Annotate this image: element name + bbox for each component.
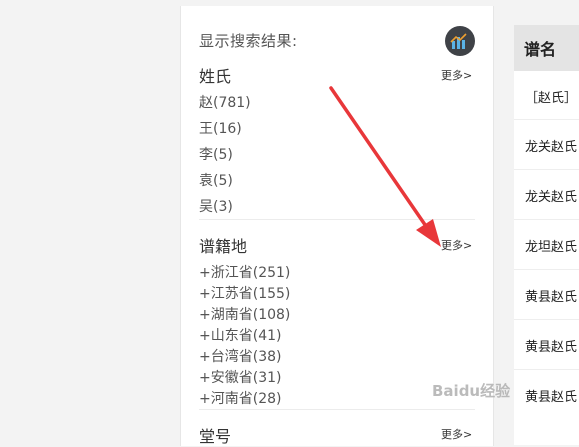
section-title-surname: 姓氏 xyxy=(199,67,232,86)
row-divider xyxy=(514,119,579,120)
panel-title: 显示搜索结果: xyxy=(199,32,298,50)
row-divider xyxy=(514,319,579,320)
table-row[interactable]: 龙坦赵氏 xyxy=(514,236,579,255)
section-title-origin: 谱籍地 xyxy=(199,237,248,256)
table-row[interactable]: ［赵氏］ xyxy=(514,87,579,106)
origin-item[interactable]: +安徽省(31) xyxy=(199,367,281,387)
origin-item[interactable]: +浙江省(251) xyxy=(199,262,290,282)
results-table: 谱名 ［赵氏］ 龙关赵氏 龙关赵氏 龙坦赵氏 黄县赵氏 黄县赵氏 黄县赵氏 xyxy=(514,25,579,445)
surname-item[interactable]: 赵(781) xyxy=(199,92,251,112)
surname-item[interactable]: 吴(3) xyxy=(199,196,233,216)
section-title-hall: 堂号 xyxy=(199,427,232,446)
table-row[interactable]: 黄县赵氏 xyxy=(514,386,579,405)
surname-item[interactable]: 王(16) xyxy=(199,118,242,138)
row-divider xyxy=(514,169,579,170)
origin-more-link[interactable]: 更多> xyxy=(441,237,472,253)
origin-item[interactable]: +湖南省(108) xyxy=(199,304,290,324)
origin-item[interactable]: +河南省(28) xyxy=(199,388,281,408)
surname-item[interactable]: 袁(5) xyxy=(199,170,233,190)
table-header-genealogy-name: 谱名 xyxy=(514,25,579,71)
surname-item[interactable]: 李(5) xyxy=(199,144,233,164)
row-divider xyxy=(514,269,579,270)
table-row[interactable]: 黄县赵氏 xyxy=(514,336,579,355)
origin-item[interactable]: +台湾省(38) xyxy=(199,346,281,366)
section-divider xyxy=(199,409,475,410)
row-divider xyxy=(514,219,579,220)
baidu-watermark: Baidu经验 xyxy=(432,382,511,400)
row-divider xyxy=(514,369,579,370)
origin-item[interactable]: +山东省(41) xyxy=(199,325,281,345)
table-row[interactable]: 龙关赵氏 xyxy=(514,136,579,155)
section-divider xyxy=(199,219,475,220)
table-row[interactable]: 黄县赵氏 xyxy=(514,286,579,305)
origin-item[interactable]: +江苏省(155) xyxy=(199,283,290,303)
surname-more-link[interactable]: 更多> xyxy=(441,67,472,83)
table-row[interactable]: 龙关赵氏 xyxy=(514,186,579,205)
hall-more-link[interactable]: 更多> xyxy=(441,426,472,442)
bar-chart-icon[interactable] xyxy=(445,26,475,56)
